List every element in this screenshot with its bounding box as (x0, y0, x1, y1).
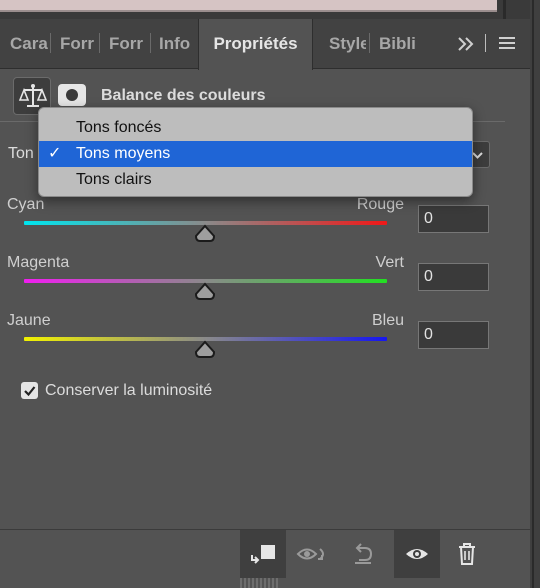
edge-line (532, 0, 534, 588)
canvas-preview-strip (0, 0, 497, 12)
value-input[interactable]: 0 (418, 205, 489, 233)
strip-separator (503, 0, 506, 19)
slider-yellow-blue: Jaune Bleu 0 (0, 312, 505, 362)
reset-icon (355, 543, 373, 564)
tab-separator (99, 33, 100, 53)
slider-right-label: Rouge (356, 196, 404, 213)
tab-bibliotheques[interactable]: Bibli (379, 19, 419, 69)
view-previous-state-icon (296, 548, 324, 560)
reset-button[interactable] (340, 530, 386, 578)
checkbox-label: Conserver la luminosité (45, 382, 213, 399)
slider-right-label: Bleu (371, 312, 404, 329)
top-strip (0, 0, 540, 19)
slider-magenta-green: Magenta Vert 0 (0, 254, 505, 304)
option-label: Tons moyens (76, 145, 171, 162)
resize-grip[interactable] (240, 578, 280, 588)
layer-mask-icon[interactable] (58, 84, 86, 106)
slider-left-label: Magenta (7, 254, 70, 271)
tab-forme-1[interactable]: Forr (60, 19, 96, 69)
visibility-eye-icon (406, 549, 428, 559)
tab-caractere[interactable]: Cara (10, 19, 48, 69)
tone-dropdown-menu: Tons foncés ✓ Tons moyens Tons clairs (38, 107, 473, 197)
tab-styles[interactable]: Style (329, 19, 366, 69)
tone-option-highlights[interactable]: Tons clairs (39, 167, 472, 193)
tab-proprietes[interactable]: Propriétés (198, 19, 313, 70)
tone-option-shadows[interactable]: Tons foncés (39, 115, 472, 141)
double-chevron-right-icon (458, 37, 474, 51)
tab-info[interactable]: Info (159, 19, 196, 69)
panel-tab-bar: Cara Forr Forr Info Propriétés Style Bib… (0, 19, 530, 70)
view-previous-state-button[interactable] (290, 530, 336, 578)
slider-cyan-red: Cyan Rouge 0 (0, 196, 505, 246)
value-input[interactable]: 0 (418, 321, 489, 349)
panel-menu-icon[interactable] (499, 37, 515, 49)
clip-to-layer-icon (251, 545, 275, 564)
delete-button[interactable] (444, 530, 490, 578)
tab-forme-2[interactable]: Forr (109, 19, 146, 69)
bottom-toolbar (0, 529, 530, 578)
slider-thumb[interactable] (194, 340, 216, 359)
visibility-toggle-button[interactable] (394, 530, 440, 578)
checkmark-icon: ✓ (48, 145, 62, 162)
checkbox-box[interactable] (21, 382, 38, 399)
option-label: Tons foncés (76, 119, 162, 136)
tabs-overflow-icon[interactable] (456, 19, 474, 69)
tone-label: Ton (8, 145, 34, 162)
slider-thumb[interactable] (194, 224, 216, 243)
value-input[interactable]: 0 (418, 263, 489, 291)
tab-divider (485, 34, 486, 52)
trash-icon (459, 543, 475, 565)
checkmark-icon (24, 386, 36, 397)
slider-right-label: Vert (375, 254, 404, 271)
slider-thumb[interactable] (194, 282, 216, 301)
option-label: Tons clairs (76, 171, 152, 188)
slider-left-label: Jaune (7, 312, 51, 329)
panel-title: Balance des couleurs (101, 87, 266, 104)
tab-separator (150, 33, 151, 53)
tab-separator (369, 33, 370, 53)
clip-to-layer-button[interactable] (240, 530, 286, 578)
slider-left-label: Cyan (7, 196, 45, 213)
tab-separator (50, 33, 51, 53)
right-edge (530, 0, 540, 588)
tone-option-midtones[interactable]: ✓ Tons moyens (39, 141, 472, 167)
